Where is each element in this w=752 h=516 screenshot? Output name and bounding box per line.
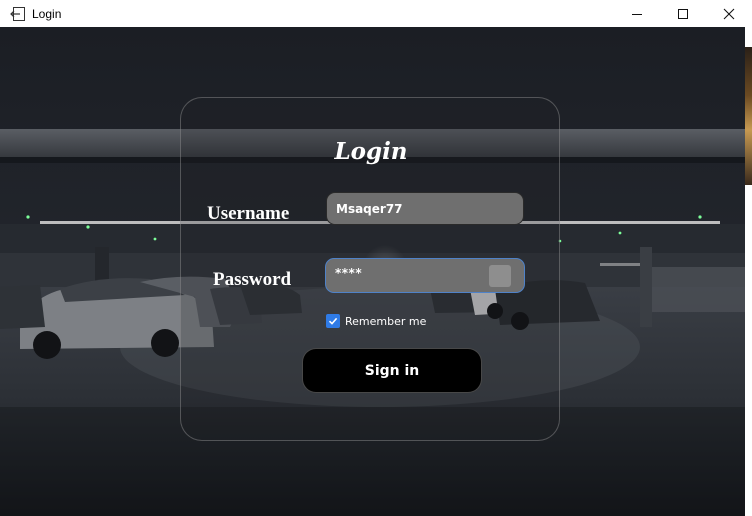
password-label: Password — [213, 269, 292, 290]
login-heading: Login — [334, 138, 408, 165]
sign-in-button[interactable]: Sign in — [302, 348, 482, 393]
password-input[interactable]: **** — [325, 258, 525, 293]
login-card: Login Username Msaqer77 Password **** Re… — [180, 97, 560, 441]
background-window-preview — [745, 47, 752, 185]
title-bar[interactable]: Login — [0, 0, 752, 27]
username-input[interactable]: Msaqer77 — [326, 192, 524, 225]
maximize-icon — [678, 8, 688, 19]
username-label: Username — [207, 203, 290, 224]
password-value: **** — [335, 265, 363, 280]
show-password-button[interactable] — [489, 265, 511, 287]
close-button[interactable] — [706, 0, 752, 27]
maximize-button[interactable] — [660, 0, 706, 27]
minimize-icon — [632, 13, 642, 15]
username-value: Msaqer77 — [336, 201, 403, 216]
background-window-edge — [745, 27, 752, 516]
remember-me-checkbox[interactable] — [326, 314, 340, 328]
checkmark-icon — [328, 317, 338, 325]
window-controls — [614, 0, 752, 27]
close-icon — [723, 8, 735, 19]
window-title: Login — [32, 6, 62, 21]
remember-me-row[interactable]: Remember me — [326, 314, 426, 328]
login-window: Login Login Username Msaqer77 Password *… — [0, 0, 752, 516]
minimize-button[interactable] — [614, 0, 660, 27]
remember-me-label: Remember me — [345, 314, 427, 328]
back-arrow-icon — [10, 6, 26, 22]
content-area: Login Username Msaqer77 Password **** Re… — [0, 27, 745, 516]
